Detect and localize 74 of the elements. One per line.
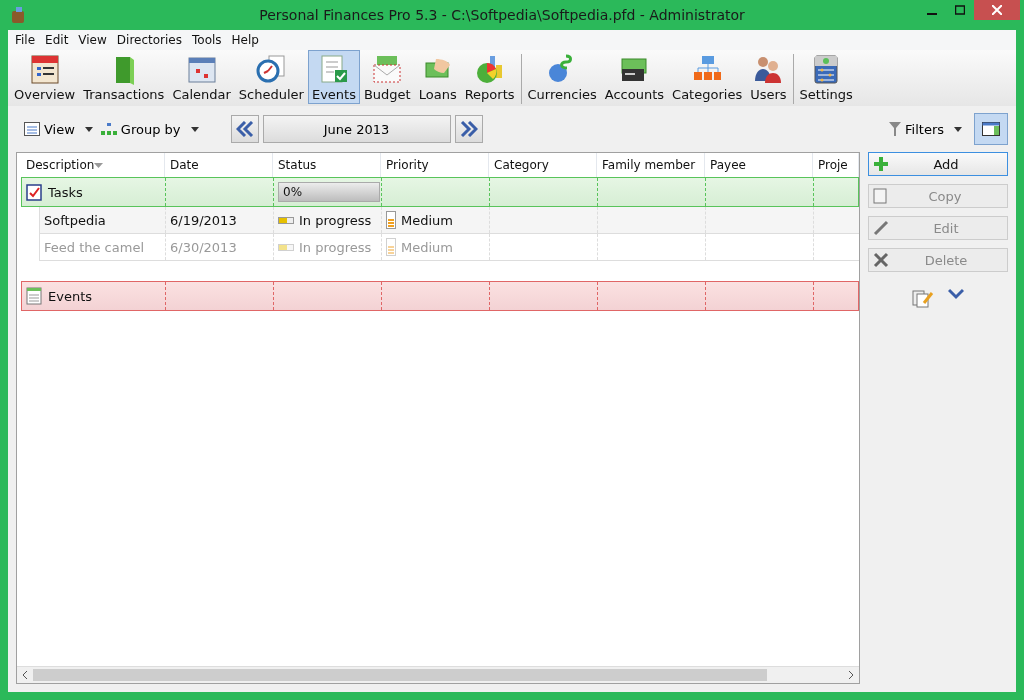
document-icon [873,188,887,204]
group-row[interactable]: Tasks 0% [21,177,859,207]
toolbar-button[interactable]: Calendar [168,50,235,104]
battery-icon [278,216,294,224]
window-title: Personal Finances Pro 5.3 - C:\Softpedia\Softpedia.pfd - Administrator [258,7,746,23]
toolbar-button[interactable]: Overview [10,50,80,104]
toolbar-button[interactable]: Scheduler [234,50,308,104]
chevron-down-icon [948,288,964,300]
envelope-icon [371,53,404,85]
menu-item[interactable]: View [73,33,112,47]
double-chevron-right-icon [459,121,478,137]
documents-pencil-icon [912,288,934,308]
table-cell: In progress [299,212,372,228]
toolbar-button[interactable]: Settings [795,50,857,104]
bar-level-icon [386,238,396,256]
window-icon [982,122,1000,136]
calendar-icon [28,53,61,85]
menu-item[interactable]: Help [226,33,264,47]
toolbar-button[interactable]: Reports [460,50,519,104]
table-cell: 6/30/2013 [170,239,237,255]
table-cell: In progress [299,239,372,255]
toolbar-button[interactable]: Currencies [523,50,601,104]
group-by-dropdown[interactable]: Group by [98,119,201,139]
period-button[interactable]: June 2013 [262,115,451,143]
double-chevron-left-icon [235,121,254,137]
caret-icon [84,126,93,132]
group-label: Events [48,288,92,304]
table-cell: 6/19/2013 [170,212,237,228]
close-button[interactable] [974,0,1020,20]
progress-bar: 0% [278,182,380,202]
toolbar-button[interactable]: Users [746,50,791,104]
clock-icon [255,53,288,85]
previous-button[interactable] [230,115,259,143]
list-icon [24,122,40,136]
table-cell: Medium [401,212,453,228]
list-icon [26,287,42,305]
view-dropdown[interactable]: View [22,119,95,139]
toolbar-button[interactable]: Categories [668,50,747,104]
menu-item[interactable]: File [10,33,41,47]
toolbar-button[interactable]: Events [307,50,360,104]
menu-item[interactable]: Edit [40,33,74,47]
maximize-icon [955,5,965,15]
checklist-icon [26,183,42,201]
close-icon [992,5,1002,15]
group-row[interactable]: Events [21,281,859,311]
menu-item[interactable]: Directories [111,33,187,47]
funnel-icon [889,122,902,136]
caret-icon [190,126,199,132]
filters-dropdown[interactable]: Filters [887,119,964,139]
horizontal-scrollbar[interactable] [17,666,859,683]
hierarchy-icon [100,123,117,135]
table-cell: Feed the camel [44,239,144,255]
scroll-right-icon [847,671,855,679]
table-cell: Softpedia [44,212,106,228]
table-cell: Medium [401,239,453,255]
menu-item[interactable]: Tools [187,33,227,47]
close-icon [873,252,889,268]
scroll-left-icon [21,671,29,679]
bar-level-icon [386,211,396,229]
toolbar-button[interactable]: Budget [359,50,415,104]
toolbar-button[interactable]: Loans [414,50,461,104]
action-button[interactable]: Add [868,152,1008,176]
toolbar-button[interactable]: Accounts [600,50,669,104]
battery-icon [278,243,294,251]
plus-icon [873,156,889,172]
panel-toggle-button[interactable] [974,113,1008,145]
toolbar-button[interactable]: Transactions [79,50,169,104]
caret-icon [954,126,962,132]
minimize-icon [927,13,937,15]
next-button[interactable] [454,115,483,143]
sort-arrow-icon [94,162,104,168]
pencil-icon [873,220,889,236]
group-label: Tasks [48,184,83,200]
table-row[interactable]: Softpedia 6/19/2013 In progress Medium [39,207,859,234]
